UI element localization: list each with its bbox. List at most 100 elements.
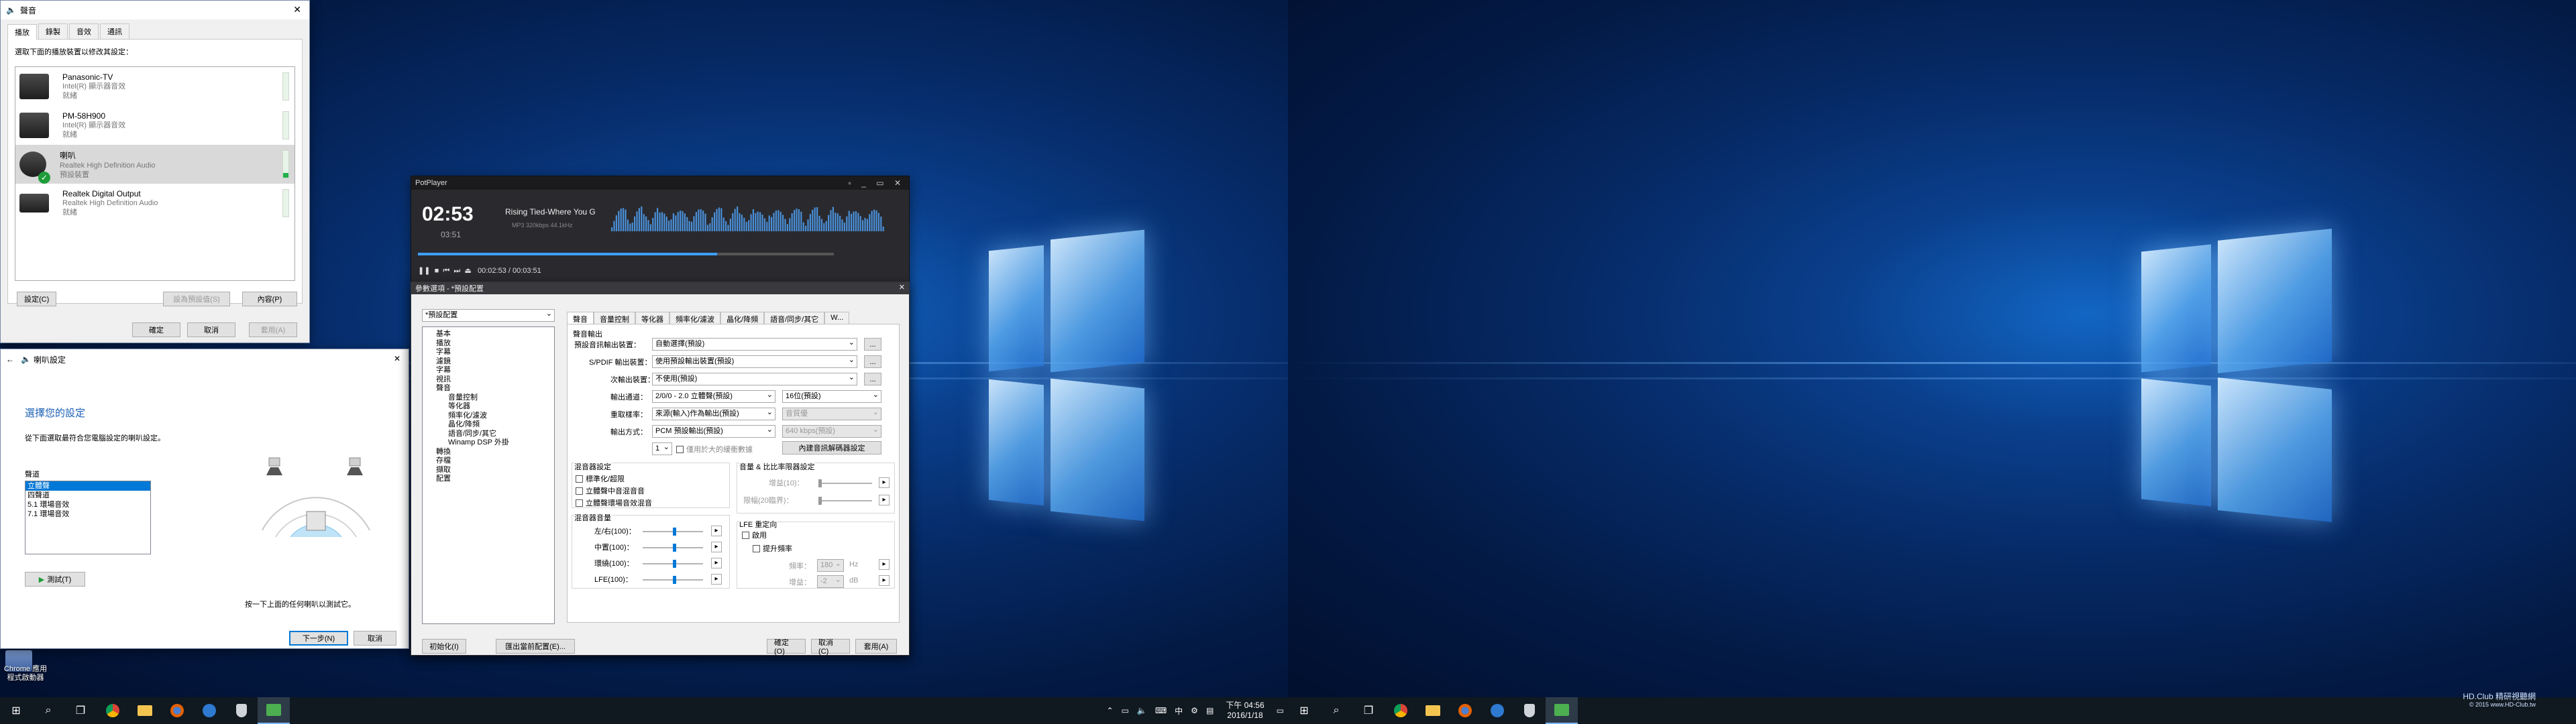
tab-playback[interactable]: 播放 bbox=[7, 24, 37, 40]
profile-select[interactable]: *預設配置 bbox=[422, 308, 555, 322]
level-slider[interactable] bbox=[643, 528, 703, 536]
lfe-gain-spin[interactable]: ▸ bbox=[879, 575, 890, 586]
secondary-select[interactable]: 不使用(預設) bbox=[652, 372, 857, 385]
level-slider[interactable] bbox=[643, 576, 703, 584]
mixer-checkbox[interactable]: 標準化/超限 bbox=[576, 473, 625, 484]
buffer-select[interactable]: 1 bbox=[652, 442, 672, 455]
cancel-button[interactable]: 取消 bbox=[354, 631, 396, 646]
next-button[interactable]: 下一步(N) bbox=[289, 631, 348, 646]
network-icon[interactable]: ▭ bbox=[1122, 706, 1129, 715]
chevron-up-icon[interactable]: ⌃ bbox=[1106, 706, 1113, 715]
tab-communications[interactable]: 通訊 bbox=[100, 23, 129, 39]
list-item[interactable]: 四聲道 bbox=[25, 491, 150, 500]
chrome-icon[interactable] bbox=[97, 697, 129, 724]
seek-bar[interactable] bbox=[418, 253, 834, 255]
quality-select[interactable]: 音質優 bbox=[782, 407, 881, 420]
level-spin[interactable]: ▸ bbox=[711, 574, 722, 585]
tree-item[interactable]: 播放 bbox=[428, 339, 554, 349]
search-icon[interactable]: ⌕ bbox=[32, 697, 64, 724]
limit-spin[interactable]: ▸ bbox=[879, 495, 890, 505]
lfe-enable-checkbox[interactable]: 啟用 bbox=[742, 530, 767, 540]
level-spin[interactable]: ▸ bbox=[711, 526, 722, 536]
keyboard-icon[interactable]: ⌨ bbox=[1155, 706, 1167, 715]
set-default-button[interactable]: 設為預設值(S) bbox=[163, 292, 230, 306]
cutoff-input[interactable]: 180 bbox=[817, 558, 844, 572]
apply-button[interactable]: 套用(A) bbox=[855, 639, 897, 654]
tab-recording[interactable]: 錄製 bbox=[38, 23, 68, 39]
cutoff-spin[interactable]: ▸ bbox=[879, 559, 890, 570]
file-explorer-icon[interactable] bbox=[129, 697, 161, 724]
start-windows-icon[interactable]: ⊞ bbox=[1288, 697, 1320, 724]
slider-thumb[interactable] bbox=[673, 576, 676, 584]
list-item[interactable]: ✓ 喇叭 Realtek High Definition Audio 預設裝置 bbox=[15, 145, 294, 184]
tree-item[interactable]: Winamp DSP 外掛 bbox=[428, 438, 554, 448]
task-view-icon[interactable]: ❐ bbox=[64, 697, 97, 724]
channels-listbox[interactable]: 立體聲 四聲道 5.1 環場音效 7.1 環場音效 bbox=[25, 481, 151, 554]
stop-icon[interactable]: ■ bbox=[435, 267, 439, 275]
file-explorer-icon[interactable] bbox=[1417, 697, 1449, 724]
tree-item[interactable]: 字幕 bbox=[428, 348, 554, 357]
test-button[interactable]: ▶ 測試(T) bbox=[25, 572, 85, 587]
more-button[interactable]: ... bbox=[864, 355, 881, 368]
browser-icon[interactable] bbox=[193, 697, 225, 724]
mixer-checkbox[interactable]: 立體聲中音混音音 bbox=[576, 485, 645, 496]
security-shield-icon[interactable] bbox=[225, 697, 258, 724]
bitrate-select[interactable]: 640 kbps(預設) bbox=[782, 424, 881, 438]
properties-button[interactable]: 內容(P) bbox=[242, 292, 297, 306]
security-shield-icon[interactable] bbox=[1513, 697, 1546, 724]
slider-thumb[interactable] bbox=[673, 544, 676, 552]
tab-sounds[interactable]: 音效 bbox=[69, 23, 99, 39]
ok-button[interactable]: 確定 bbox=[132, 322, 180, 337]
window-controls[interactable]: ▫ _ ▭ ✕ bbox=[849, 178, 905, 188]
notification-icon[interactable]: ▤ bbox=[1206, 706, 1214, 715]
next-icon[interactable]: ⏭ bbox=[453, 267, 460, 275]
gain-slider[interactable] bbox=[818, 479, 872, 487]
renderer-select[interactable]: 自動選擇(預設) bbox=[652, 337, 857, 351]
clock[interactable]: 下午 04:56 2016/1/18 bbox=[1226, 701, 1264, 721]
list-item[interactable]: 7.1 環場音效 bbox=[25, 509, 150, 519]
tree-item[interactable]: 配置 bbox=[428, 475, 554, 484]
tree-item[interactable]: 晶化/降頻 bbox=[428, 420, 554, 430]
tree-item[interactable]: 視訊 bbox=[428, 375, 554, 385]
configure-button[interactable]: 設定(C) bbox=[17, 292, 57, 306]
samplerate-select[interactable]: 來源(輸入)作為輸出(預設) bbox=[652, 407, 775, 420]
level-spin[interactable]: ▸ bbox=[711, 542, 722, 552]
tree-item[interactable]: 字幕 bbox=[428, 366, 554, 375]
prev-icon[interactable]: ⏮ bbox=[443, 267, 449, 275]
tree-item[interactable]: 擷取 bbox=[428, 466, 554, 475]
tree-item[interactable]: 聲音 bbox=[428, 384, 554, 394]
close-icon[interactable]: ✕ bbox=[293, 4, 301, 15]
export-button[interactable]: 匯出當前配置(E)... bbox=[496, 639, 575, 654]
buffer-checkbox[interactable]: 僅用於大的緩衝數據 bbox=[676, 444, 753, 455]
list-item[interactable]: Panasonic-TV Intel(R) 顯示器音效 就緒 bbox=[15, 67, 294, 106]
pause-icon[interactable]: ❚❚ bbox=[418, 267, 430, 275]
lfe-gain-input[interactable]: -2 bbox=[817, 575, 844, 588]
chrome-icon[interactable] bbox=[1385, 697, 1417, 724]
list-item[interactable]: Realtek Digital Output Realtek High Defi… bbox=[15, 184, 294, 223]
close-icon[interactable]: ✕ bbox=[394, 354, 400, 363]
speaker-diagram[interactable] bbox=[249, 436, 383, 570]
tree-item[interactable]: 基本 bbox=[428, 330, 554, 339]
more-button[interactable]: ... bbox=[864, 373, 881, 385]
ime-icon[interactable]: 中 bbox=[1175, 705, 1183, 717]
tree-item[interactable]: 濾鏡 bbox=[428, 357, 554, 367]
tree-item[interactable]: 等化器 bbox=[428, 402, 554, 412]
format-select[interactable]: PCM 預設輸出(預設) bbox=[652, 424, 775, 438]
list-item[interactable]: PM-58H900 Intel(R) 顯示器音效 就緒 bbox=[15, 106, 294, 145]
slider-thumb[interactable] bbox=[673, 560, 676, 568]
browser-icon[interactable] bbox=[1481, 697, 1513, 724]
tree-item[interactable]: 頻率化/濾波 bbox=[428, 412, 554, 421]
firefox-icon[interactable] bbox=[161, 697, 193, 724]
channels-select[interactable]: 2/0/0 - 2.0 立體聲(預設) bbox=[652, 389, 775, 403]
builtin-decoder-settings-button[interactable]: 內建音訊解碼器設定 bbox=[782, 441, 881, 455]
more-button[interactable]: ... bbox=[864, 338, 881, 351]
control-panel-icon[interactable] bbox=[1546, 697, 1578, 724]
back-arrow-icon[interactable]: ← bbox=[6, 355, 14, 364]
settings-tree[interactable]: 基本 播放 字幕 濾鏡 字幕 視訊 聲音 音量控制 等化器 頻率化/濾波 晶化/降頻 語音/同步/其它… bbox=[422, 326, 555, 624]
spdif-select[interactable]: 使用預設輸出裝置(預設) bbox=[652, 355, 857, 368]
lfe-boost-checkbox[interactable]: 提升頻率 bbox=[753, 543, 792, 554]
level-spin[interactable]: ▸ bbox=[711, 558, 722, 568]
slider-thumb[interactable] bbox=[673, 528, 676, 536]
task-view-icon[interactable]: ❐ bbox=[1352, 697, 1385, 724]
limit-slider[interactable] bbox=[818, 497, 872, 505]
